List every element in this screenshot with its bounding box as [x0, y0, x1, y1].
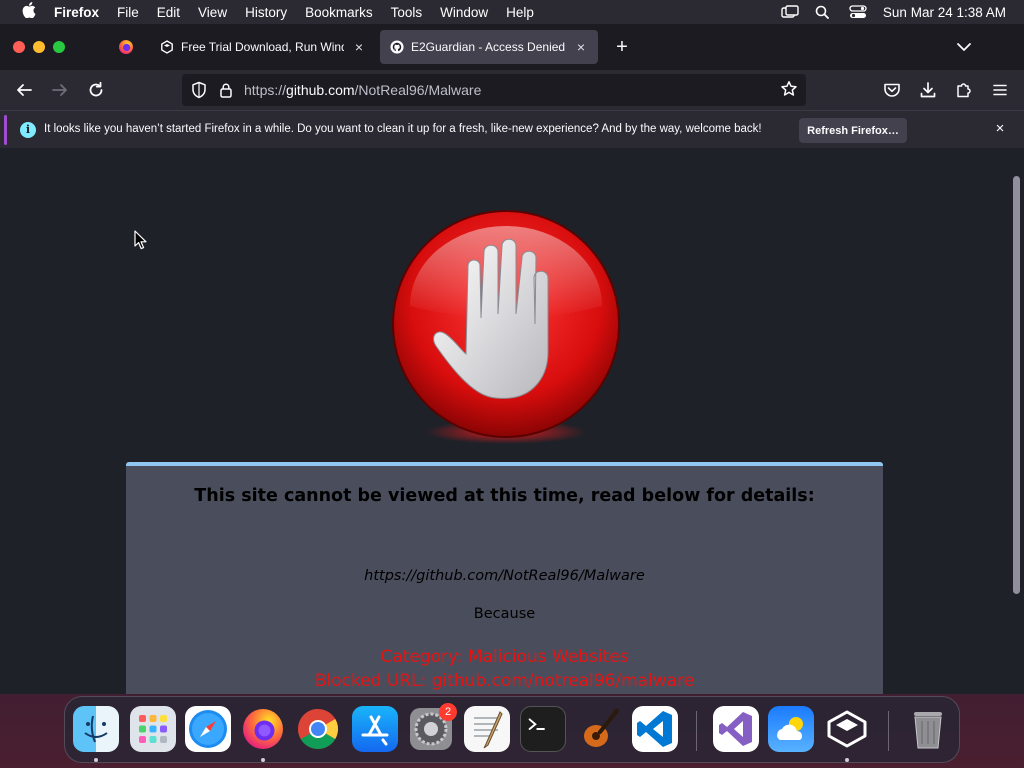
new-tab-button[interactable]: + — [611, 36, 633, 58]
notification-badge: 2 — [439, 703, 457, 721]
extensions-button[interactable] — [952, 78, 976, 102]
dock-separator — [888, 711, 889, 751]
pocket-icon — [884, 83, 900, 97]
dock-running-indicator — [261, 758, 265, 762]
reload-icon — [89, 81, 103, 97]
firefox-window: Free Trial Download, Run Windows × E2Gua… — [0, 24, 1024, 694]
menu-bar-clock[interactable]: Sun Mar 24 1:38 AM — [883, 5, 1006, 20]
menu-tools[interactable]: Tools — [391, 5, 423, 20]
stop-hand-icon — [386, 206, 626, 446]
close-tab-button[interactable]: × — [352, 39, 366, 55]
window-controls — [13, 41, 73, 53]
close-window-button[interactable] — [13, 41, 25, 53]
menu-bar: Firefox File Edit View History Bookmarks… — [0, 0, 1024, 24]
tab-e2guardian-access-denied[interactable]: E2Guardian - Access Denied × — [380, 30, 598, 64]
dock-vscode-icon[interactable] — [632, 706, 678, 752]
dock-trash-icon[interactable] — [905, 706, 951, 752]
dock: 2 — [64, 696, 960, 763]
menu-history[interactable]: History — [245, 5, 287, 20]
menu-window[interactable]: Window — [440, 5, 488, 20]
app-menu-button[interactable] — [988, 78, 1012, 102]
close-tab-button[interactable]: × — [574, 39, 588, 55]
zoom-window-button[interactable] — [53, 41, 65, 53]
bookmark-star-icon[interactable] — [780, 80, 798, 98]
dock-visual-studio-icon[interactable] — [713, 706, 759, 752]
lock-icon[interactable] — [218, 82, 234, 98]
dock-finder-icon[interactable] — [73, 706, 119, 752]
reload-button[interactable] — [84, 78, 108, 102]
dock-garageband-icon[interactable] — [576, 706, 622, 752]
page-content: This site cannot be viewed at this time,… — [0, 148, 1024, 694]
github-icon — [390, 40, 404, 54]
apple-menu-icon[interactable] — [18, 2, 40, 22]
dock-chrome-icon[interactable] — [295, 706, 341, 752]
menu-bookmarks[interactable]: Bookmarks — [305, 5, 373, 20]
menu-view[interactable]: View — [198, 5, 227, 20]
navigation-toolbar: https://github.com/NotReal96/Malware — [0, 70, 1024, 110]
dock-running-indicator — [845, 758, 849, 762]
page-scrollbar[interactable] — [1011, 150, 1021, 692]
list-all-tabs-chevron-down-icon[interactable] — [954, 38, 974, 56]
arrow-left-icon — [17, 84, 32, 96]
dock-running-indicator — [94, 758, 98, 762]
blocked-url: https://github.com/NotReal96/Malware — [364, 568, 645, 584]
block-reason: Category: Malicious Websites Blocked URL… — [126, 645, 883, 693]
dock-system-settings-icon[interactable]: 2 — [408, 703, 457, 752]
scrollbar-thumb[interactable] — [1013, 176, 1020, 594]
tracking-protection-shield-icon[interactable] — [190, 81, 208, 99]
firefox-icon — [119, 40, 133, 54]
dock-weather-icon[interactable] — [768, 706, 814, 752]
menu-file[interactable]: File — [117, 5, 139, 20]
notification-bar: i It looks like you haven’t started Fire… — [0, 110, 1024, 148]
mouse-pointer-icon — [134, 230, 147, 250]
tab-title: Free Trial Download, Run Windows — [181, 40, 344, 54]
control-center-icon[interactable] — [849, 5, 867, 19]
block-details-panel: This site cannot be viewed at this time,… — [126, 462, 883, 694]
block-url-line: Blocked URL: github.com/notreal96/malwar… — [314, 671, 695, 691]
pocket-button[interactable] — [880, 78, 904, 102]
tab-strip: Free Trial Download, Run Windows × E2Gua… — [0, 24, 1024, 70]
pinned-tab-firefox[interactable] — [104, 30, 148, 64]
screen-mirroring-icon[interactable] — [781, 5, 799, 19]
minimize-window-button[interactable] — [33, 41, 45, 53]
back-button[interactable] — [12, 78, 36, 102]
tab-title: E2Guardian - Access Denied — [411, 40, 566, 54]
tab-free-trial-download[interactable]: Free Trial Download, Run Windows × — [150, 30, 376, 64]
menu-app-firefox[interactable]: Firefox — [54, 5, 99, 20]
dock-server-app-icon[interactable] — [824, 706, 870, 752]
block-category: Category: Malicious Websites — [380, 647, 629, 667]
info-icon: i — [20, 122, 36, 138]
dock-app-store-icon[interactable] — [352, 706, 398, 752]
refresh-firefox-button[interactable]: Refresh Firefox… — [799, 118, 907, 143]
menu-bar-status: Sun Mar 24 1:38 AM — [765, 0, 1006, 24]
puzzle-piece-icon — [957, 83, 971, 98]
arrow-right-icon — [52, 84, 67, 96]
menu-help[interactable]: Help — [506, 5, 534, 20]
dock-textedit-icon[interactable] — [464, 706, 510, 752]
dock-firefox-icon[interactable] — [240, 706, 286, 752]
downloads-button[interactable] — [916, 78, 940, 102]
dock-separator — [696, 711, 697, 751]
menu-edit[interactable]: Edit — [157, 5, 180, 20]
hamburger-menu-icon — [993, 84, 1007, 96]
notification-message: It looks like you haven’t started Firefo… — [44, 123, 762, 135]
close-notification-button[interactable]: × — [992, 121, 1008, 137]
dock-safari-icon[interactable] — [185, 706, 231, 752]
hexagon-logo-icon — [161, 40, 173, 54]
url-text[interactable]: https://github.com/NotReal96/Malware — [244, 82, 481, 98]
download-icon — [920, 82, 936, 98]
notification-accent — [4, 115, 7, 145]
block-heading: This site cannot be viewed at this time,… — [194, 486, 815, 506]
search-icon[interactable] — [815, 5, 833, 19]
dock-launchpad-icon[interactable] — [130, 706, 176, 752]
because-label: Because — [473, 606, 536, 622]
forward-button[interactable] — [48, 78, 72, 102]
dock-terminal-icon[interactable] — [520, 706, 566, 752]
address-bar[interactable]: https://github.com/NotReal96/Malware — [182, 74, 806, 106]
screen: Firefox File Edit View History Bookmarks… — [0, 0, 1024, 768]
